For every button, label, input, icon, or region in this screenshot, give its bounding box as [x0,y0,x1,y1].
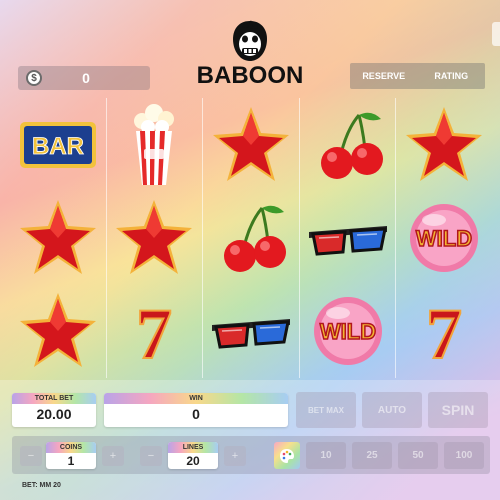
symbol-star [10,284,106,377]
game-logo: BABOON [195,18,305,94]
lines-plus-button[interactable]: + [224,446,246,466]
side-menu-handle[interactable] [492,22,500,46]
symbol-glasses [203,284,299,377]
bar-symbol-text: BAR [32,133,84,160]
quick-lines-50-button[interactable]: 50 [398,442,438,469]
symbol-star [10,191,106,284]
symbol-popcorn [107,98,203,191]
dollar-coin-icon: $ [26,70,42,86]
symbol-star [203,98,299,191]
coins-value: 1 [67,454,75,468]
theme-palette-button[interactable] [274,442,300,469]
palette-icon [280,448,294,463]
symbol-wild: WILD [300,284,396,377]
symbol-glasses [300,191,396,284]
logo-text: BABOON [196,62,304,89]
reel-4: WILD [298,98,396,378]
tab-reserve[interactable]: RESERVE [350,63,418,89]
symbol-cherries [203,191,299,284]
reel-3 [202,98,299,378]
reel-grid: BAR 7 WILD WILD 7 [10,98,492,378]
quick-lines-25-button[interactable]: 25 [352,442,392,469]
win-box: WIN 0 [104,393,288,427]
baboon-head-icon [233,20,267,61]
coins-box: COINS 1 [46,442,96,469]
balance-value: 0 [82,70,90,86]
top-bar: $ 0 BABOON RESERVE RATING [0,0,500,96]
total-bet-label: TOTAL BET [12,393,96,404]
wild-symbol-text: WILD [319,319,375,344]
coins-label: COINS [46,442,96,453]
total-bet-box: TOTAL BET 20.00 [12,393,96,427]
symbol-bar: BAR [10,98,106,191]
win-value: 0 [192,406,200,422]
seven-symbol-text: 7 [426,296,462,366]
total-bet-value: 20.00 [36,406,72,422]
reel-1: BAR [10,98,106,378]
wild-symbol-text: WILD [416,226,472,251]
reel-2: 7 [105,98,203,378]
win-label: WIN [104,393,288,404]
symbol-star [107,191,203,284]
top-tabs: RESERVE RATING [350,63,485,89]
bet-max-button[interactable]: BET MAX [296,392,356,428]
seven-symbol-text: 7 [136,296,172,366]
coins-minus-button[interactable]: − [20,446,42,466]
symbol-wild: WILD [396,191,492,284]
lines-box: LINES 20 [168,442,218,469]
lines-value: 20 [186,454,200,468]
symbol-cherries [300,98,396,191]
symbol-star [396,98,492,191]
bet-footer-text: BET: MM 20 [22,482,61,489]
quick-lines-10-button[interactable]: 10 [306,442,346,469]
tab-rating[interactable]: RATING [418,63,486,89]
spin-button[interactable]: SPIN [428,392,488,428]
coins-plus-button[interactable]: + [102,446,124,466]
lines-label: LINES [168,442,218,453]
balance-display: $ 0 [18,66,150,90]
symbol-seven: 7 [107,284,203,377]
quick-lines-100-button[interactable]: 100 [444,442,484,469]
reel-5: WILD 7 [395,98,492,378]
lines-minus-button[interactable]: − [140,446,162,466]
auto-button[interactable]: AUTO [362,392,422,428]
symbol-seven: 7 [396,284,492,377]
